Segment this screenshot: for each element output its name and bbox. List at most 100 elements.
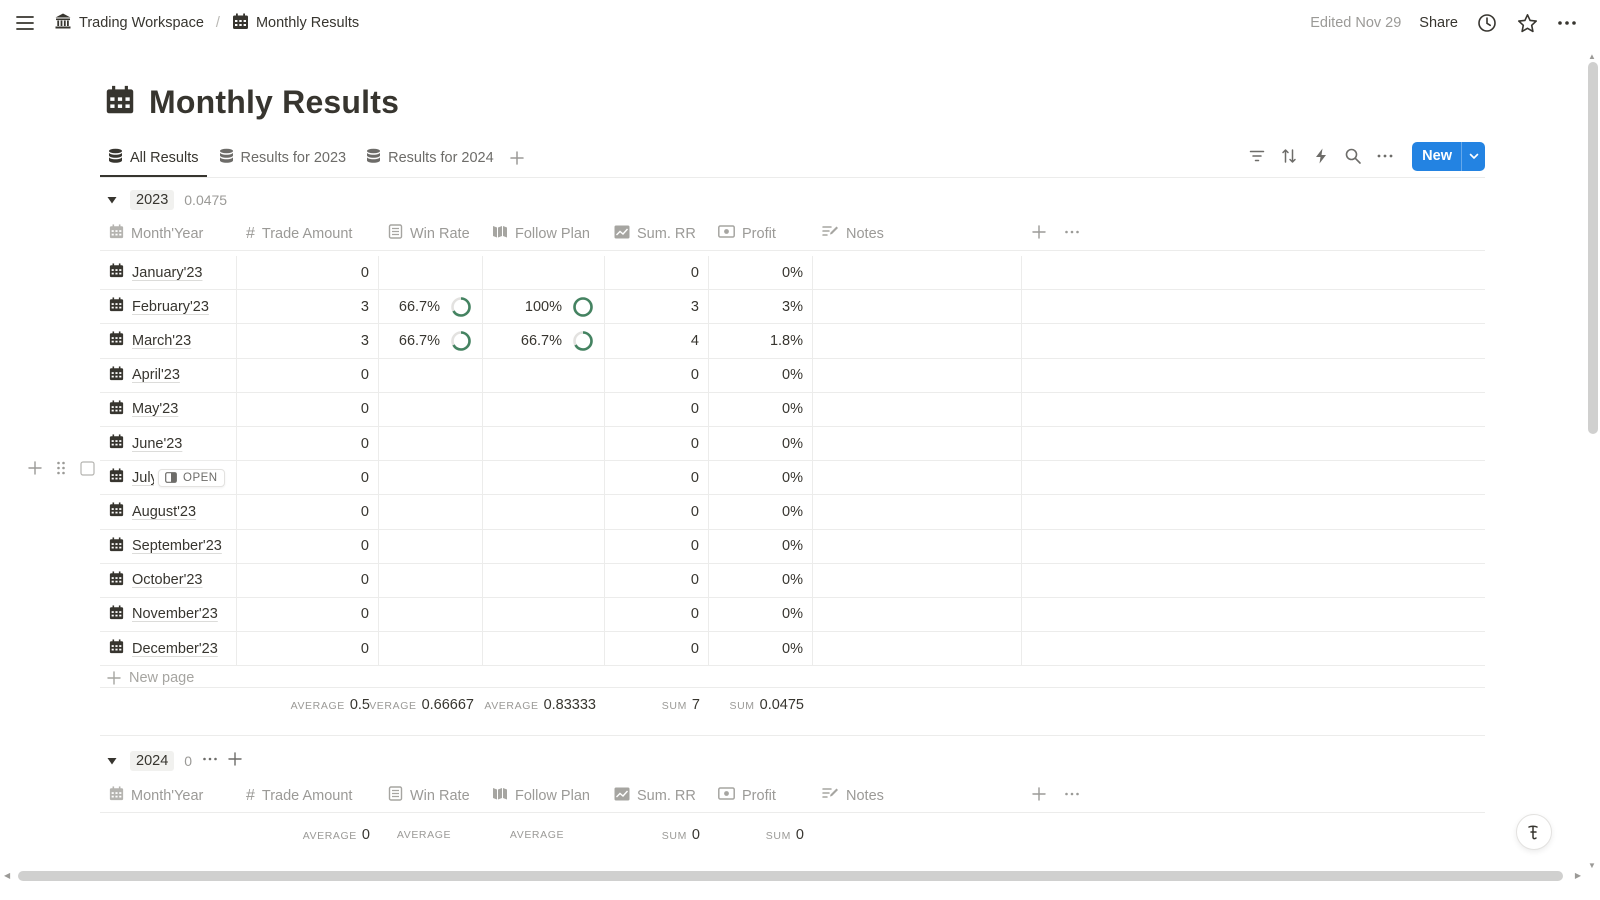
collapse-caret-icon[interactable]	[104, 192, 120, 208]
menu-icon[interactable]	[14, 12, 36, 34]
row-title[interactable]: May'23	[132, 401, 178, 417]
cell-trade-amount[interactable]: 0	[237, 358, 379, 392]
calc-follow-plan[interactable]: AVERAGE 0.83333	[483, 697, 605, 713]
add-column-icon[interactable]	[1032, 224, 1046, 243]
cell-sum-rr[interactable]: 4	[605, 324, 709, 358]
calc-follow-plan[interactable]: AVERAGE	[483, 829, 605, 841]
cell-win-rate[interactable]: 66.7%	[379, 290, 483, 324]
cell-trade-amount[interactable]: 0	[237, 392, 379, 426]
cell-month-year[interactable]: November'23	[100, 597, 237, 632]
cell-sum-rr[interactable]: 0	[605, 461, 709, 495]
column-trade-amount[interactable]: # Trade Amount	[237, 779, 379, 812]
cell-month-year[interactable]: August'23	[100, 495, 237, 529]
cell-trade-amount[interactable]: 0	[237, 256, 379, 290]
column-follow-plan[interactable]: Follow Plan	[483, 779, 605, 812]
cell-follow-plan[interactable]	[483, 529, 605, 563]
cell-month-year[interactable]: May'23	[100, 392, 237, 426]
row-title[interactable]: September'23	[132, 538, 222, 554]
horizontal-scrollbar[interactable]: ◀ ▶	[0, 868, 1585, 884]
column-month-year[interactable]: Month'Year	[100, 217, 237, 250]
cell-win-rate[interactable]	[379, 256, 483, 290]
add-column-icon[interactable]	[1032, 786, 1046, 805]
row-title[interactable]: January'23	[132, 265, 202, 281]
cell-follow-plan[interactable]	[483, 426, 605, 461]
new-page-button[interactable]: New page	[107, 670, 194, 686]
cell-profit[interactable]: 0%	[709, 597, 813, 632]
scroll-left-icon[interactable]: ◀	[4, 871, 10, 880]
collapse-caret-icon[interactable]	[104, 753, 120, 769]
history-icon[interactable]	[1476, 12, 1498, 34]
calc-profit[interactable]: SUM 0.0475	[709, 697, 813, 713]
search-icon[interactable]	[1342, 145, 1364, 167]
cell-notes[interactable]	[813, 324, 1022, 358]
row-checkbox[interactable]	[78, 458, 96, 478]
table-row[interactable]: May'23 0 0 0%	[100, 392, 1485, 427]
cell-trade-amount[interactable]: 0	[237, 426, 379, 461]
cell-notes[interactable]	[813, 358, 1022, 392]
cell-profit[interactable]: 0%	[709, 529, 813, 563]
calendar-icon[interactable]	[105, 85, 135, 120]
calc-win-rate[interactable]: VERAGE 0.66667	[369, 697, 483, 713]
page-title[interactable]: Monthly Results	[149, 84, 399, 121]
cell-sum-rr[interactable]: 0	[605, 358, 709, 392]
cell-trade-amount[interactable]: 0	[237, 632, 379, 666]
row-title[interactable]: June'23	[132, 436, 182, 452]
group-add-icon[interactable]	[228, 752, 242, 770]
cell-profit[interactable]: 0%	[709, 495, 813, 529]
column-win-rate[interactable]: Win Rate	[379, 217, 483, 250]
vertical-scrollbar[interactable]: ▲ ▼	[1584, 52, 1600, 870]
table-row[interactable]: November'23 0 0 0%	[100, 597, 1485, 633]
scroll-down-icon[interactable]: ▼	[1588, 861, 1596, 870]
cell-sum-rr[interactable]: 0	[605, 632, 709, 666]
column-profit[interactable]: Profit	[709, 779, 813, 812]
cell-sum-rr[interactable]: 0	[605, 597, 709, 632]
tab-results-2024[interactable]: Results for 2024	[358, 141, 502, 175]
scroll-right-icon[interactable]: ▶	[1575, 871, 1581, 880]
share-button[interactable]: Share	[1419, 15, 1458, 31]
tab-results-2023[interactable]: Results for 2023	[211, 141, 355, 175]
column-notes[interactable]: Notes	[813, 217, 1022, 250]
new-button[interactable]: New	[1412, 142, 1461, 171]
row-title[interactable]: October'23	[132, 572, 202, 588]
cell-trade-amount[interactable]: 0	[237, 563, 379, 597]
cell-month-year[interactable]: July'23 OPEN	[100, 461, 237, 495]
row-title[interactable]: March'23	[132, 333, 191, 349]
star-icon[interactable]	[1516, 12, 1538, 34]
cell-profit[interactable]: 3%	[709, 290, 813, 324]
add-row-icon[interactable]	[26, 458, 44, 478]
breadcrumb-workspace[interactable]: Trading Workspace	[50, 12, 208, 34]
cell-month-year[interactable]: December'23	[100, 632, 237, 666]
help-button[interactable]	[1516, 814, 1552, 850]
breadcrumb-page[interactable]: Monthly Results	[228, 13, 363, 34]
cell-win-rate[interactable]	[379, 597, 483, 632]
cell-month-year[interactable]: September'23	[100, 529, 237, 563]
column-profit[interactable]: Profit	[709, 217, 813, 250]
row-title[interactable]: December'23	[132, 641, 218, 657]
scrollbar-thumb[interactable]	[1588, 62, 1598, 434]
cell-win-rate[interactable]	[379, 563, 483, 597]
cell-sum-rr[interactable]: 0	[605, 495, 709, 529]
table-row[interactable]: August'23 0 0 0%	[100, 495, 1485, 530]
calc-win-rate[interactable]: AVERAGE	[379, 829, 483, 841]
cell-month-year[interactable]: March'23	[100, 324, 237, 358]
cell-notes[interactable]	[813, 563, 1022, 597]
cell-follow-plan[interactable]: 66.7%	[483, 324, 605, 358]
row-title[interactable]: July'23	[132, 470, 154, 486]
more-icon[interactable]	[1374, 145, 1396, 167]
table-row[interactable]: July'23 OPEN 0 0 0%	[100, 461, 1485, 496]
cell-notes[interactable]	[813, 426, 1022, 461]
cell-trade-amount[interactable]: 0	[237, 529, 379, 563]
cell-sum-rr[interactable]: 0	[605, 256, 709, 290]
calc-sum-rr[interactable]: SUM 0	[605, 827, 709, 843]
group-label[interactable]: 2024	[130, 751, 175, 771]
drag-handle-icon[interactable]	[52, 458, 70, 478]
cell-win-rate[interactable]	[379, 495, 483, 529]
cell-follow-plan[interactable]	[483, 256, 605, 290]
cell-month-year[interactable]: June'23	[100, 426, 237, 461]
cell-profit[interactable]: 0%	[709, 256, 813, 290]
cell-follow-plan[interactable]	[483, 392, 605, 426]
cell-sum-rr[interactable]: 0	[605, 426, 709, 461]
cell-notes[interactable]	[813, 632, 1022, 666]
cell-follow-plan[interactable]	[483, 495, 605, 529]
tab-all-results[interactable]: All Results	[100, 141, 207, 177]
